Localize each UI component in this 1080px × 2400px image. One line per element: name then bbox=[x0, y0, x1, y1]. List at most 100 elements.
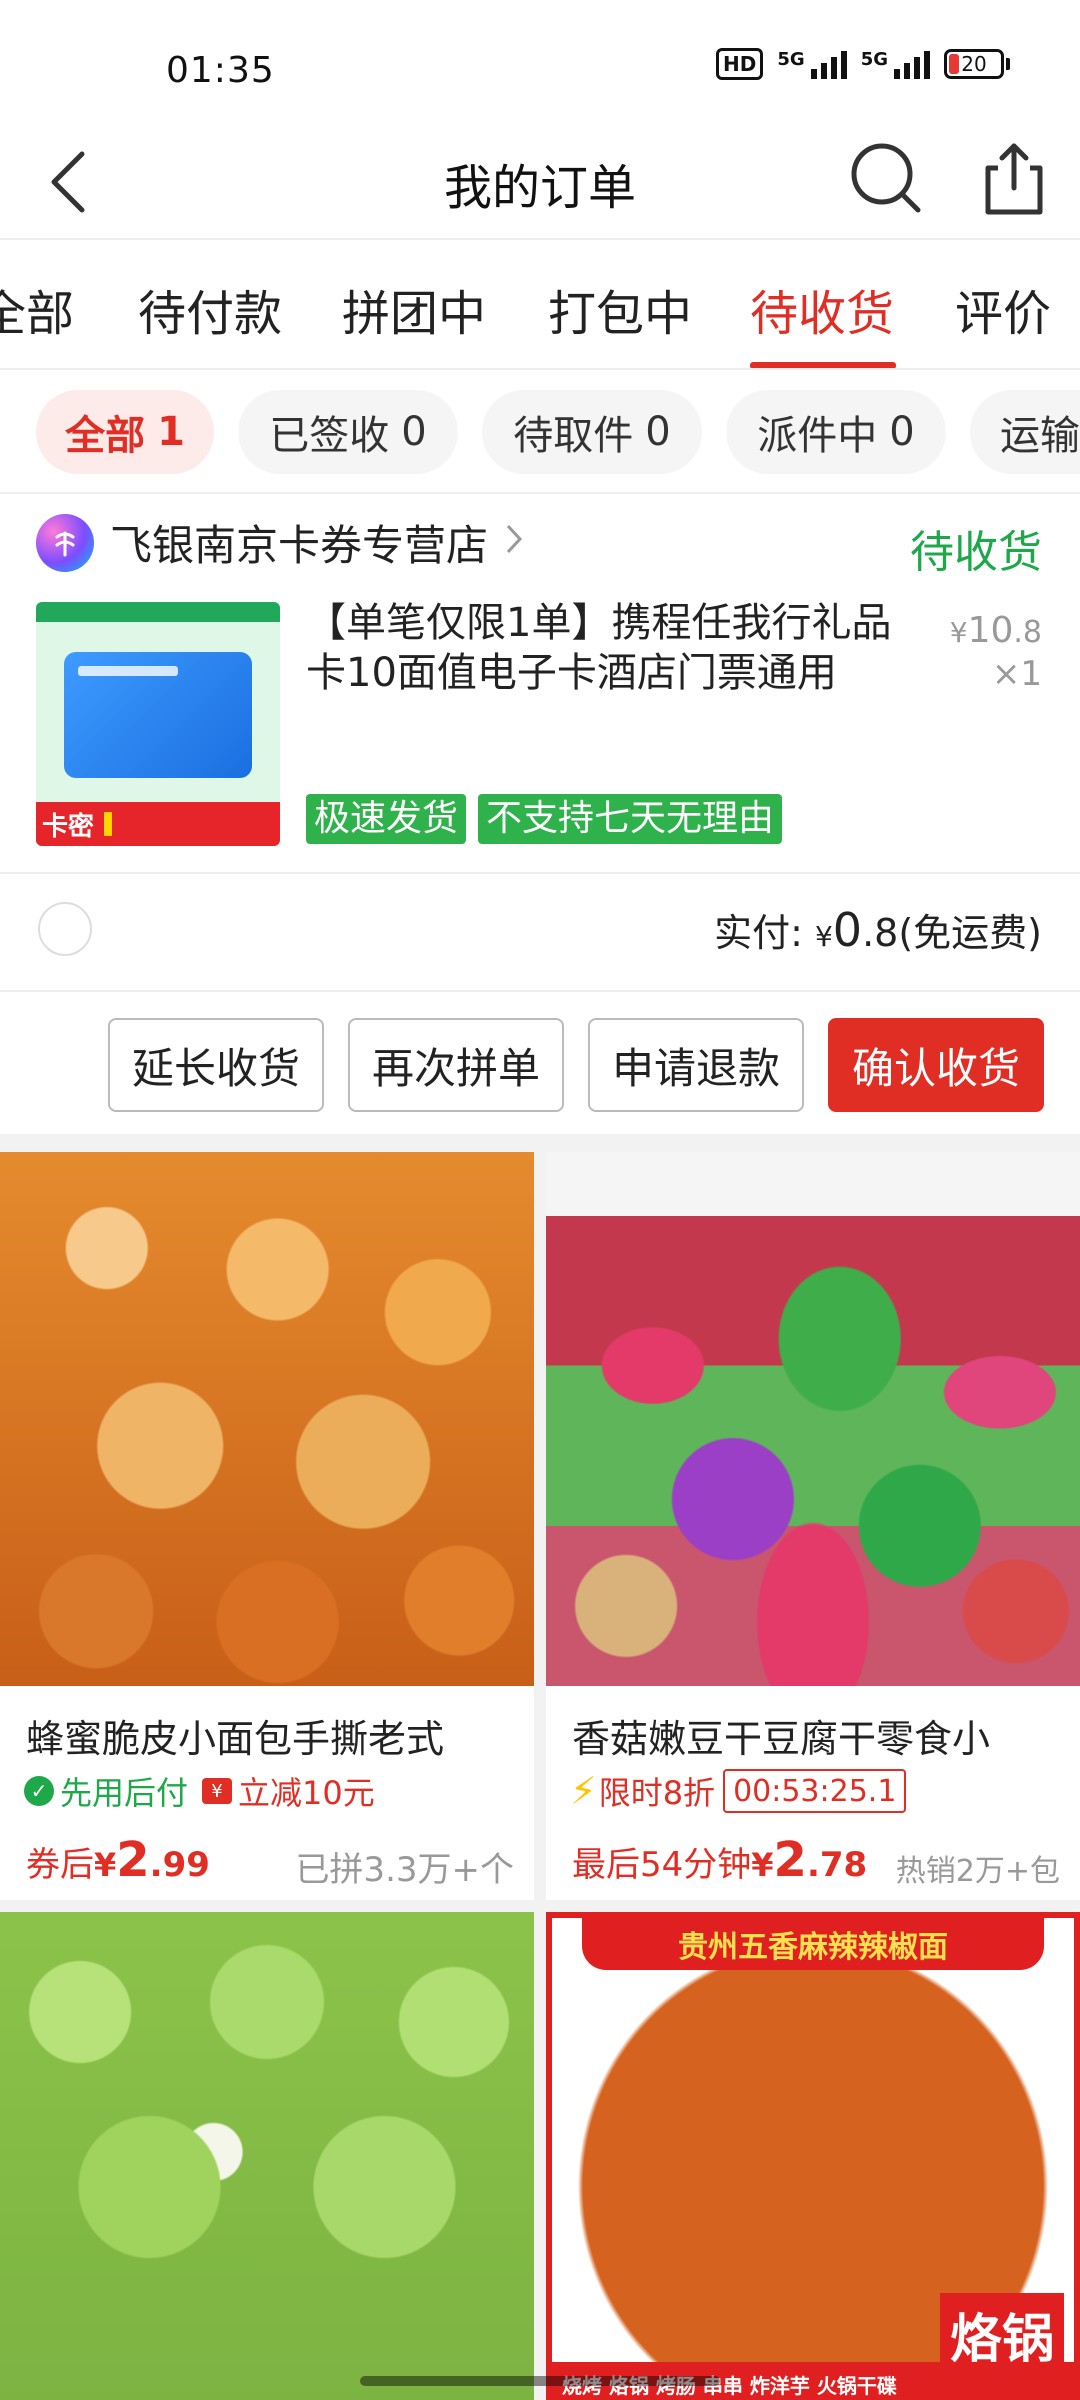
order-card[interactable]: 飞银南京卡券专营店 待收货 卡密 【单笔仅限1单】携程任我行礼品卡10面值电子卡… bbox=[0, 494, 1080, 1134]
paid-label: 实付: bbox=[714, 911, 803, 955]
paid-symbol: ¥ bbox=[814, 920, 833, 953]
product-price: ¥10.8 bbox=[950, 606, 1042, 658]
home-indicator[interactable] bbox=[360, 2376, 720, 2386]
network-2-label: 5G bbox=[860, 49, 888, 70]
extend-receipt-button[interactable]: 延长收货 bbox=[108, 1018, 324, 1112]
product-card[interactable]: 蜂蜜脆皮小面包手撕老式 ✓ 先用后付 ¥ 立减10元 券后 ¥ 2 .99 已拼3.… bbox=[0, 1152, 534, 1900]
shield-icon: ✓ bbox=[24, 1776, 54, 1806]
chip-all[interactable]: 全部 1 bbox=[36, 390, 214, 474]
shop-name: 飞银南京卡券专营店 bbox=[110, 521, 489, 570]
product-card-badges: ⚡ 限时8折 00:53:25.1 bbox=[570, 1768, 907, 1814]
tab-packing[interactable]: 打包中 bbox=[548, 274, 692, 344]
product-card-badges: ✓ 先用后付 ¥ 立减10元 bbox=[24, 1768, 375, 1814]
status-icons: HD 5G 5G 20 bbox=[716, 48, 1010, 80]
chip-label: 运输 bbox=[1000, 413, 1080, 459]
countdown-timer: 00:53:25.1 bbox=[723, 1769, 907, 1813]
flash-sale-badge: ⚡ 限时8折 00:53:25.1 bbox=[570, 1768, 907, 1814]
product-image: 贵州五香麻辣辣椒面 烙锅 烧烤 烙锅 烤肠 串串 炸洋芋 火锅干碟 bbox=[546, 1912, 1080, 2400]
price-prefix: 最后54分钟 bbox=[572, 1845, 752, 1885]
chip-in-transit[interactable]: 运输 bbox=[970, 390, 1080, 474]
tag-no-return: 不支持七天无理由 bbox=[478, 794, 783, 844]
price-symbol: ¥ bbox=[949, 616, 968, 649]
price-int: 2 bbox=[116, 1832, 150, 1888]
paid-note: (免运费) bbox=[898, 911, 1042, 955]
chip-awaiting-pickup[interactable]: 待取件 0 bbox=[482, 390, 702, 474]
active-tab-indicator bbox=[750, 362, 896, 368]
lightning-icon: ⚡ bbox=[570, 1769, 597, 1813]
pay-later-badge: ✓ 先用后付 bbox=[24, 1768, 188, 1814]
flash-label: 限时8折 bbox=[598, 1774, 716, 1812]
status-filter-chips: 全部 1 已签收 0 待取件 0 派件中 0 运输 bbox=[0, 370, 1080, 494]
network-1-label: 5G bbox=[777, 49, 805, 70]
shop-logo bbox=[36, 513, 94, 572]
tag-fast-shipping: 极速发货 bbox=[306, 794, 467, 844]
chip-label: 待取件 bbox=[513, 413, 634, 459]
price-prefix: 券后 bbox=[26, 1845, 94, 1885]
product-title[interactable]: 【单笔仅限1单】携程任我行礼品卡10面值电子卡酒店门票通用 bbox=[306, 598, 916, 698]
sold-count: 已拼3.3万+个 bbox=[295, 1850, 514, 1890]
product-card[interactable] bbox=[0, 1912, 534, 2400]
search-button[interactable] bbox=[846, 138, 926, 218]
paid-int: 0 bbox=[832, 903, 863, 957]
hd-icon: HD bbox=[716, 48, 764, 80]
shop-header[interactable]: 飞银南京卡券专营店 bbox=[36, 512, 524, 573]
divider bbox=[0, 872, 1080, 874]
chip-count: 0 bbox=[889, 409, 915, 455]
paid-amount: 实付: ¥0.8(免运费) bbox=[714, 902, 1042, 957]
recommendation-feed: 蜂蜜脆皮小面包手撕老式 ✓ 先用后付 ¥ 立减10元 券后 ¥ 2 .99 已拼3.… bbox=[0, 1152, 1080, 2400]
product-card-price: 最后54分钟 ¥ 2 .78 bbox=[572, 1832, 867, 1888]
thumb-badge: 卡密 bbox=[36, 802, 280, 846]
order-status: 待收货 bbox=[910, 527, 1042, 578]
product-card[interactable]: 香菇嫩豆干豆腐干零食小 ⚡ 限时8折 00:53:25.1 最后54分钟 ¥ 2… bbox=[546, 1152, 1080, 1900]
title-bar: 我的订单 bbox=[0, 120, 1080, 240]
chip-label: 全部 bbox=[65, 413, 146, 459]
share-button[interactable] bbox=[974, 138, 1054, 218]
badge-label: 立减10元 bbox=[238, 1774, 375, 1812]
gift-card-image bbox=[64, 652, 252, 778]
chip-signed[interactable]: 已签收 0 bbox=[238, 390, 458, 474]
chip-out-for-delivery[interactable]: 派件中 0 bbox=[726, 390, 946, 474]
battery-icon: 20 bbox=[944, 49, 1010, 79]
price-int: 2 bbox=[773, 1832, 807, 1888]
tab-review[interactable]: 评价 bbox=[955, 274, 1051, 344]
reorder-button[interactable]: 再次拼单 bbox=[348, 1018, 564, 1112]
discount-badge: ¥ 立减10元 bbox=[202, 1768, 375, 1814]
shop-logo-icon bbox=[55, 531, 75, 556]
search-icon bbox=[851, 143, 921, 213]
product-card[interactable]: 贵州五香麻辣辣椒面 烙锅 烧烤 烙锅 烤肠 串串 炸洋芋 火锅干碟 bbox=[546, 1912, 1080, 2400]
chip-count: 0 bbox=[401, 409, 427, 455]
tab-group-buying[interactable]: 拼团中 bbox=[342, 274, 486, 344]
tab-pending-receipt[interactable]: 待收货 bbox=[750, 274, 894, 344]
battery-level: 20 bbox=[961, 52, 987, 76]
chip-count: 1 bbox=[157, 409, 185, 455]
price-dec: .8 bbox=[1013, 615, 1042, 650]
section-gap bbox=[0, 1134, 1080, 1152]
product-card-title: 蜂蜜脆皮小面包手撕老式 bbox=[26, 1717, 445, 1761]
badge-label: 先用后付 bbox=[60, 1774, 189, 1812]
coupon-icon: ¥ bbox=[202, 1778, 233, 1804]
chevron-right-icon bbox=[504, 520, 524, 566]
price-dec: .78 bbox=[806, 1845, 868, 1885]
image-banner: 贵州五香麻辣辣椒面 bbox=[582, 1918, 1044, 1970]
select-checkbox[interactable] bbox=[38, 902, 92, 956]
price-int: 10 bbox=[967, 610, 1014, 651]
product-image bbox=[0, 1152, 534, 1686]
confirm-receipt-button[interactable]: 确认收货 bbox=[828, 1018, 1044, 1112]
price-dec: .99 bbox=[149, 1845, 210, 1885]
product-image bbox=[0, 1912, 534, 2400]
tab-all[interactable]: 全部 bbox=[0, 274, 74, 344]
chip-label: 派件中 bbox=[757, 413, 878, 459]
product-card-price: 券后 ¥ 2 .99 bbox=[26, 1832, 210, 1888]
status-bar: 01:35 HD 5G 5G 20 bbox=[0, 0, 1080, 120]
order-tabs: 全部 待付款 拼团中 打包中 待收货 评价 bbox=[0, 240, 1080, 370]
divider bbox=[0, 990, 1080, 992]
product-thumbnail[interactable]: 卡密 bbox=[36, 602, 280, 846]
price-symbol: ¥ bbox=[751, 1846, 774, 1884]
signal-1-icon: 5G bbox=[777, 49, 847, 79]
thumb-badge-label: 卡密 bbox=[36, 805, 101, 843]
request-refund-button[interactable]: 申请退款 bbox=[588, 1018, 804, 1112]
tab-pending-payment[interactable]: 待付款 bbox=[138, 274, 282, 344]
product-card-title: 香菇嫩豆干豆腐干零食小 bbox=[572, 1717, 991, 1761]
share-icon bbox=[985, 143, 1043, 215]
product-image bbox=[546, 1152, 1080, 1686]
